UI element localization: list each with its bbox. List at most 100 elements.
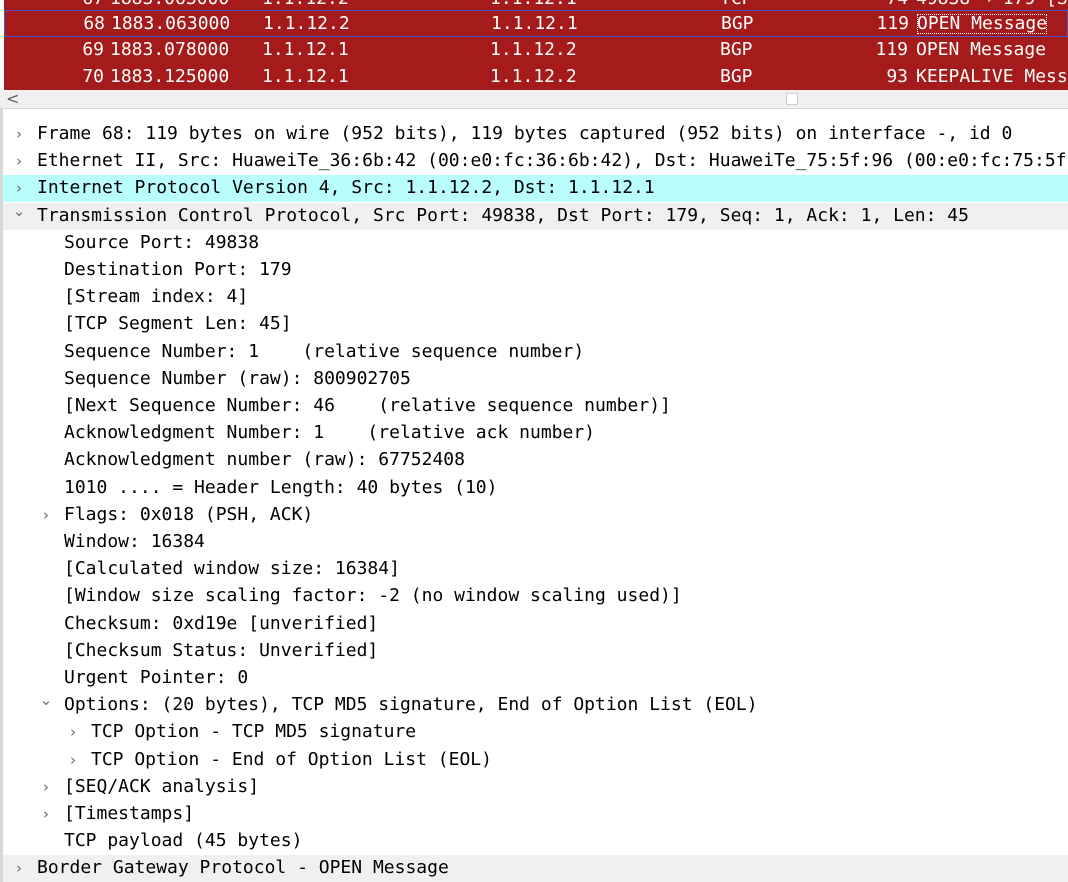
- tree-node[interactable]: › TCP Option - TCP MD5 signature: [3, 719, 1068, 746]
- chevron-down-icon[interactable]: ⌄: [11, 203, 27, 223]
- horizontal-scrollbar[interactable]: <: [0, 90, 1068, 109]
- tree-node-label: Source Port: 49838: [64, 231, 260, 253]
- tree-node[interactable]: Acknowledgment Number: 1 (relative ack n…: [3, 420, 1068, 447]
- tree-node[interactable]: Sequence Number (raw): 800902705: [3, 366, 1068, 393]
- chevron-right-icon[interactable]: ›: [11, 856, 27, 880]
- tree-node-label: Border Gateway Protocol - OPEN Message: [37, 857, 449, 879]
- tree-node[interactable]: Window: 16384: [3, 529, 1068, 556]
- tree-node[interactable]: Urgent Pointer: 0: [3, 665, 1068, 692]
- tree-node[interactable]: Destination Port: 179: [3, 257, 1068, 284]
- tree-node-label: Flags: 0x018 (PSH, ACK): [64, 503, 314, 525]
- packet-row[interactable]: 69 1883.078000 1.1.12.1 1.1.12.2 BGP 119 OPEN …: [4, 37, 1068, 64]
- packet-no: 69: [82, 39, 104, 60]
- tree-node[interactable]: Sequence Number: 1 (relative sequence nu…: [3, 339, 1068, 366]
- tree-node[interactable]: Acknowledgment number (raw): 67752408: [3, 447, 1068, 474]
- chevron-right-icon[interactable]: ›: [65, 720, 81, 744]
- packet-destination: 1.1.12.2: [490, 39, 577, 60]
- packet-details-tree: › Frame 68: 119 bytes on wire (952 bits),…: [0, 109, 1068, 882]
- packet-time: 1883.063000: [111, 13, 231, 34]
- tree-node-label: Ethernet II, Src: HuaweiTe_36:6b:42 (00:…: [37, 150, 1068, 172]
- packet-length: 93: [886, 66, 908, 87]
- packet-source: 1.1.12.1: [262, 66, 349, 87]
- chevron-right-icon[interactable]: ›: [11, 149, 27, 173]
- tree-node[interactable]: TCP payload (45 bytes): [3, 828, 1068, 855]
- tree-node[interactable]: [Window size scaling factor: -2 (no wind…: [3, 583, 1068, 610]
- chevron-right-icon[interactable]: ›: [11, 176, 27, 200]
- tree-node[interactable]: ⌄ Options: (20 bytes), TCP MD5 signature,…: [3, 692, 1068, 719]
- tree-node[interactable]: › Internet Protocol Version 4, Src: 1.1.1…: [3, 175, 1068, 203]
- tree-node[interactable]: [Calculated window size: 16384]: [3, 556, 1068, 583]
- packet-row[interactable]: 68 1883.063000 1.1.12.2 1.1.12.1 BGP 119 OPEN …: [4, 10, 1068, 37]
- scroll-left-arrow-icon[interactable]: <: [6, 90, 20, 108]
- packet-destination: 1.1.12.1: [490, 0, 577, 9]
- packet-length: 74: [844, 0, 908, 9]
- tree-node[interactable]: › Border Gateway Protocol - OPEN Message: [3, 855, 1068, 882]
- chevron-right-icon[interactable]: ›: [38, 503, 54, 527]
- packet-list: 67 1883.063000 1.1.12.2 1.1.12.1 TCP 74 49838 …: [0, 0, 1068, 90]
- chevron-right-icon[interactable]: ›: [38, 775, 54, 799]
- chevron-right-icon[interactable]: ›: [38, 802, 54, 826]
- tree-node-label: Internet Protocol Version 4, Src: 1.1.12…: [37, 177, 655, 199]
- tree-node-label: 1010 .... = Header Length: 40 bytes (10): [64, 476, 498, 498]
- packet-protocol: TCP: [720, 0, 753, 9]
- tree-node[interactable]: Source Port: 49838: [3, 230, 1068, 257]
- tree-node[interactable]: [TCP Segment Len: 45]: [3, 311, 1068, 338]
- chevron-down-icon[interactable]: ⌄: [38, 692, 54, 712]
- tree-node-label: Acknowledgment number (raw): 67752408: [64, 449, 465, 471]
- packet-destination: 1.1.12.1: [491, 13, 578, 34]
- tree-node-label: TCP Option - TCP MD5 signature: [91, 721, 417, 743]
- packet-length: 119: [876, 13, 909, 34]
- packet-source: 1.1.12.2: [262, 0, 349, 9]
- tree-node[interactable]: › Flags: 0x018 (PSH, ACK): [3, 502, 1068, 529]
- tree-node-label: Transmission Control Protocol, Src Port:…: [37, 204, 969, 226]
- packet-no: 70: [82, 66, 104, 87]
- tree-node-label: [Window size scaling factor: -2 (no wind…: [64, 585, 682, 607]
- tree-node-label: [Timestamps]: [64, 803, 195, 824]
- packet-source: 1.1.12.2: [263, 13, 350, 34]
- packet-no: 68: [83, 13, 105, 34]
- tree-node-label: Options: (20 bytes), TCP MD5 signature, …: [64, 694, 758, 716]
- tree-node-label: [Stream index: 4]: [64, 286, 249, 308]
- tree-node[interactable]: 1010 .... = Header Length: 40 bytes (10): [3, 475, 1068, 502]
- tree-node[interactable]: [Checksum Status: Unverified]: [3, 638, 1068, 665]
- packet-source: 1.1.12.1: [262, 39, 349, 60]
- packet-length: 119: [875, 39, 908, 60]
- packet-protocol: BGP: [720, 66, 753, 87]
- tree-node-label: Sequence Number (raw): 800902705: [64, 367, 411, 389]
- tree-node-label: Frame 68: 119 bytes on wire (952 bits), …: [37, 123, 1013, 144]
- chevron-right-icon[interactable]: ›: [65, 748, 81, 772]
- tree-node[interactable]: [Stream index: 4]: [3, 284, 1068, 311]
- tree-node[interactable]: › [SEQ/ACK analysis]: [3, 774, 1068, 801]
- scrollbar-thumb[interactable]: [786, 93, 798, 105]
- tree-node[interactable]: ⌄ Transmission Control Protocol, Src Port…: [3, 202, 1068, 230]
- tree-node[interactable]: [Next Sequence Number: 46 (relative sequ…: [3, 393, 1068, 420]
- tree-node[interactable]: › [Timestamps]: [3, 801, 1068, 828]
- tree-node-label: [SEQ/ACK analysis]: [64, 775, 260, 797]
- tree-node-label: [Next Sequence Number: 46 (relative sequ…: [64, 395, 671, 416]
- packet-info: OPEN Message: [917, 13, 1048, 34]
- chevron-right-icon[interactable]: ›: [11, 122, 27, 146]
- packet-info: 49838 → 179 [SYN]: [916, 0, 1068, 9]
- packet-row[interactable]: 70 1883.125000 1.1.12.1 1.1.12.2 BGP 93 KEEPAL…: [4, 64, 1068, 90]
- tree-node[interactable]: › Ethernet II, Src: HuaweiTe_36:6b:42 (00…: [3, 148, 1068, 175]
- packet-info: KEEPALIVE Message: [916, 66, 1068, 87]
- tree-node-label: TCP payload (45 bytes): [64, 830, 303, 852]
- packet-time: 1883.063000: [110, 0, 229, 9]
- tree-node[interactable]: Checksum: 0xd19e [unverified]: [3, 611, 1068, 638]
- tree-node-label: [Calculated window size: 16384]: [64, 558, 400, 580]
- tree-node-label: [Checksum Status: Unverified]: [64, 639, 379, 661]
- tree-node-label: Checksum: 0xd19e [unverified]: [64, 612, 379, 634]
- packet-no: 67: [4, 0, 104, 9]
- packet-protocol: BGP: [721, 13, 754, 34]
- packet-time: 1883.125000: [110, 66, 230, 87]
- packet-info: OPEN Message: [916, 39, 1047, 60]
- packet-protocol: BGP: [720, 39, 753, 60]
- tree-node[interactable]: › Frame 68: 119 bytes on wire (952 bits),…: [3, 121, 1068, 148]
- tree-node[interactable]: › TCP Option - End of Option List (EOL): [3, 747, 1068, 774]
- tree-node-label: Sequence Number: 1 (relative sequence nu…: [64, 340, 585, 362]
- tree-node-label: Acknowledgment Number: 1 (relative ack n…: [64, 422, 596, 444]
- packet-destination: 1.1.12.2: [490, 66, 577, 87]
- tree-node-label: Urgent Pointer: 0: [64, 667, 249, 688]
- tree-node-label: [TCP Segment Len: 45]: [64, 313, 292, 335]
- packet-time: 1883.078000: [110, 39, 230, 60]
